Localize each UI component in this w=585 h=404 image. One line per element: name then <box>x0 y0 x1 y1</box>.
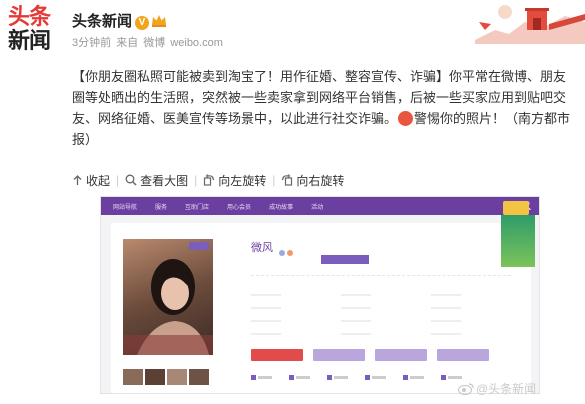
great-wall-banner <box>475 0 585 44</box>
rotate-right-icon <box>282 174 293 186</box>
embedded-nav-item: 网站导航 <box>113 204 138 211</box>
rotate-left-button[interactable]: 向左旋转 <box>203 172 266 189</box>
post-header: 头条 新闻 头条新闻 V 3分钟前 来自 微博 weibo.com <box>0 0 585 70</box>
embedded-nav-item: 活动 <box>311 204 324 211</box>
account-avatar-logo[interactable]: 头条 新闻 <box>8 6 60 58</box>
profile-button <box>375 349 427 361</box>
toolbar-divider: | <box>272 173 276 187</box>
weibo-logo-icon <box>458 382 474 395</box>
post-source[interactable]: 微博 <box>143 37 165 49</box>
profile-button <box>313 349 365 361</box>
thumbnail <box>145 369 165 385</box>
toolbar-divider: | <box>116 173 120 187</box>
photo-tag <box>189 242 209 250</box>
side-ad-badge <box>503 201 529 215</box>
source-prefix: 来自 <box>116 37 139 49</box>
person-photo-icon <box>123 259 213 355</box>
profile-status-icons <box>279 243 295 261</box>
rotate-left-icon <box>204 174 215 186</box>
embedded-screenshot-image[interactable]: 网站导航 服务 互助门店 用心会员 成功故事 活动 微风 <box>100 196 540 394</box>
collapse-label: 收起 <box>86 173 111 188</box>
profile-badge <box>321 255 369 264</box>
alarm-emoji-icon <box>398 111 414 126</box>
rotate-left-label: 向左旋转 <box>218 173 267 188</box>
post-meta: 3分钟前 来自 微博 weibo.com <box>72 34 225 50</box>
post-time[interactable]: 3分钟前 <box>72 37 111 49</box>
contact-button <box>251 349 303 361</box>
photo-thumbnails <box>123 369 211 385</box>
thumbnail <box>123 369 143 385</box>
embedded-nav-item: 用心会员 <box>227 204 252 211</box>
toolbar-divider: | <box>194 173 198 187</box>
embedded-nav-item: 互助门店 <box>185 204 210 211</box>
watermark-text: @头条新闻 <box>476 382 537 396</box>
image-toolbar: 收起 | 查看大图 | 向左旋转 | 向右旋转 <box>72 170 352 190</box>
embedded-nav-item: 服务 <box>155 204 168 211</box>
profile-icons-row <box>251 373 479 381</box>
rotate-right-label: 向右旋转 <box>296 173 345 188</box>
logo-line-1: 头条 <box>8 5 51 30</box>
embedded-profile-panel: 微风 <box>111 223 531 393</box>
logo-line-2: 新闻 <box>8 29 51 54</box>
profile-button <box>437 349 489 361</box>
zoom-icon <box>125 174 137 186</box>
profile-photo <box>123 239 213 355</box>
profile-name: 微风 <box>251 242 273 254</box>
profile-action-buttons <box>251 349 499 361</box>
account-name[interactable]: 头条新闻 <box>72 13 132 30</box>
thumbnail <box>189 369 209 385</box>
embedded-nav-item: 成功故事 <box>269 204 294 211</box>
collapse-icon <box>73 174 82 185</box>
embedded-nav-bar: 网站导航 服务 互助门店 用心会员 成功故事 活动 <box>101 197 539 215</box>
rotate-right-button[interactable]: 向右旋转 <box>281 172 344 189</box>
weibo-watermark: @头条新闻 <box>458 380 536 397</box>
divider <box>251 275 511 276</box>
verified-badge-icon: V <box>135 16 150 30</box>
crown-icon <box>152 15 167 27</box>
watermark-domain: weibo.com <box>170 37 223 49</box>
account-name-row: 头条新闻 V <box>72 10 167 31</box>
thumbnail <box>167 369 187 385</box>
post-body: 【你朋友圈私照可能被卖到淘宝了！用作征婚、整容宣传、诈骗】你平常在微博、朋友圈等… <box>72 66 572 150</box>
profile-details-grid <box>251 283 521 335</box>
collapse-button[interactable]: 收起 <box>72 172 110 189</box>
side-ad-image <box>501 215 535 267</box>
view-large-label: 查看大图 <box>140 173 189 188</box>
view-large-button[interactable]: 查看大图 <box>125 172 188 189</box>
